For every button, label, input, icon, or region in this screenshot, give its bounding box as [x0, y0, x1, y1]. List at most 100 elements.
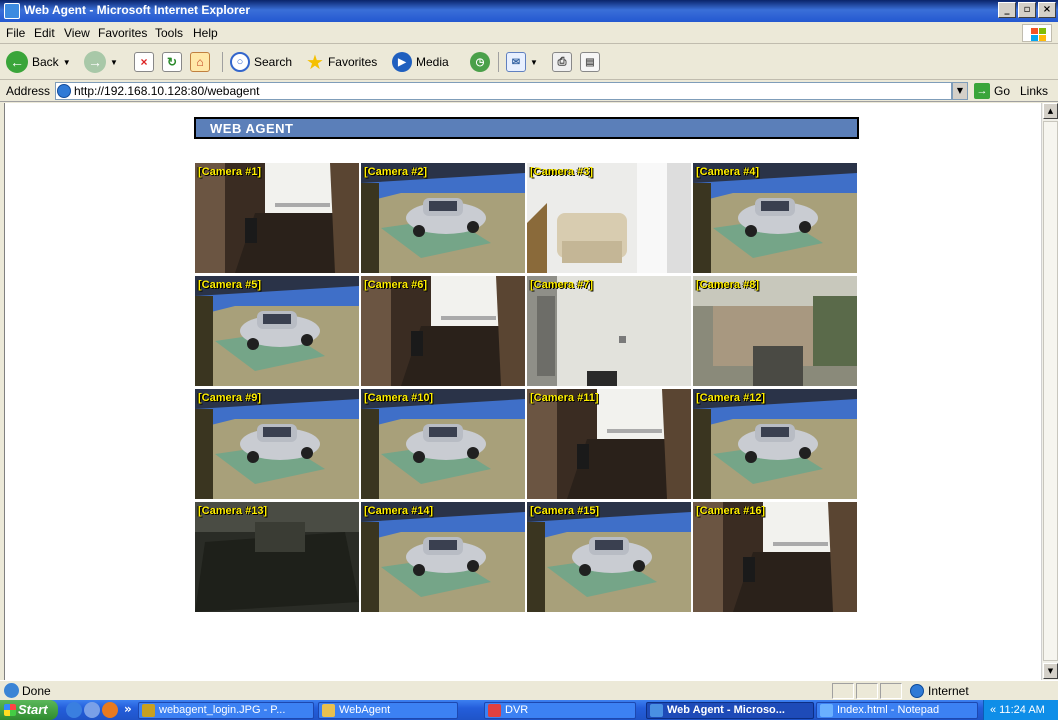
maximize-button[interactable]: ▫	[1018, 2, 1036, 18]
task-app-icon	[488, 704, 501, 717]
ie-quicklaunch-icon[interactable]	[66, 702, 82, 718]
camera-feed[interactable]: [Camera #2]	[361, 163, 525, 273]
system-tray-clock[interactable]: « 11:24 AM	[983, 700, 1058, 720]
camera-label: [Camera #1]	[198, 166, 261, 178]
address-label: Address	[6, 84, 51, 98]
camera-feed[interactable]: [Camera #1]	[195, 163, 359, 273]
menu-bar: File Edit View Favorites Tools Help	[0, 22, 1058, 44]
edit-button[interactable]: ▤	[580, 50, 600, 74]
scroll-down-icon[interactable]: ▼	[1043, 663, 1058, 679]
address-bar: Address http://192.168.10.128:80/webagen…	[0, 80, 1058, 112]
task-app-icon	[820, 704, 833, 717]
camera-label: [Camera #2]	[364, 166, 427, 178]
stop-icon: ×	[134, 52, 154, 72]
camera-label: [Camera #9]	[198, 392, 261, 404]
go-label: Go	[994, 84, 1011, 98]
camera-label: [Camera #6]	[364, 279, 427, 291]
scroll-thumb[interactable]	[1043, 121, 1058, 661]
stop-button[interactable]: ×	[134, 50, 154, 74]
camera-feed[interactable]: [Camera #12]	[693, 389, 857, 499]
taskbar-button[interactable]: DVR	[484, 702, 636, 719]
menu-tools[interactable]: Tools	[155, 26, 183, 40]
camera-feed[interactable]: [Camera #6]	[361, 276, 525, 386]
scroll-up-icon[interactable]: ▲	[1043, 103, 1058, 119]
home-button[interactable]: ⌂	[190, 50, 210, 74]
address-input[interactable]: http://192.168.10.128:80/webagent	[55, 82, 952, 100]
camera-feed[interactable]: [Camera #11]	[527, 389, 691, 499]
mail-button[interactable]: ✉ ▼	[506, 50, 538, 74]
camera-label: [Camera #13]	[198, 505, 268, 517]
camera-feed[interactable]: [Camera #14]	[361, 502, 525, 612]
camera-feed[interactable]: [Camera #9]	[195, 389, 359, 499]
camera-feed[interactable]: [Camera #8]	[693, 276, 857, 386]
menu-help[interactable]: Help	[193, 26, 218, 40]
media-player-quicklaunch-icon[interactable]	[102, 702, 118, 718]
taskbar-button-label: WebAgent	[339, 704, 391, 716]
zone-label: Internet	[928, 684, 969, 698]
back-button[interactable]: ← Back ▼	[6, 50, 71, 74]
favorites-button[interactable]: ★ Favorites	[306, 50, 377, 74]
menu-view[interactable]: View	[64, 26, 90, 40]
refresh-icon: ↻	[162, 52, 182, 72]
history-button[interactable]: ◷	[470, 50, 490, 74]
camera-feed[interactable]: [Camera #5]	[195, 276, 359, 386]
media-label: Media	[416, 55, 449, 69]
vertical-scrollbar[interactable]: ▲ ▼	[1041, 103, 1058, 680]
minimize-button[interactable]: _	[998, 2, 1016, 18]
internet-globe-icon	[910, 684, 924, 698]
taskbar-button-label: DVR	[505, 704, 529, 716]
address-dropdown-icon[interactable]: ▼	[952, 82, 968, 100]
media-button[interactable]: ▶ Media	[392, 50, 449, 74]
mail-dropdown-icon[interactable]: ▼	[530, 58, 538, 67]
start-button[interactable]: Start	[0, 700, 58, 720]
page-done-icon	[4, 683, 19, 698]
camera-feed[interactable]: [Camera #3]	[527, 163, 691, 273]
task-app-icon	[142, 704, 155, 717]
refresh-button[interactable]: ↻	[162, 50, 182, 74]
taskbar-button[interactable]: Index.html - Notepad	[816, 702, 978, 719]
camera-feed[interactable]: [Camera #10]	[361, 389, 525, 499]
toolbar: ← Back ▼ → ▼ × ↻ ⌂ ○ Search ★ Favorites …	[0, 44, 1058, 80]
go-button[interactable]: → Go	[974, 82, 1010, 100]
camera-label: [Camera #15]	[530, 505, 600, 517]
camera-label: [Camera #11]	[530, 392, 599, 404]
window-title: Web Agent - Microsoft Internet Explorer	[24, 3, 251, 17]
camera-feed[interactable]: [Camera #16]	[693, 502, 857, 612]
print-icon: ⎙	[552, 52, 572, 72]
back-dropdown-icon[interactable]: ▼	[63, 58, 71, 67]
page-icon	[57, 84, 71, 98]
taskbar: Start » webagent_login.JPG - P... WebAgen…	[0, 700, 1058, 720]
favorites-label: Favorites	[327, 55, 378, 69]
camera-feed[interactable]: [Camera #15]	[527, 502, 691, 612]
search-button[interactable]: ○ Search	[230, 50, 292, 74]
taskbar-button-label: Web Agent - Microso...	[667, 704, 785, 716]
menu-file[interactable]: File	[6, 26, 25, 40]
forward-button[interactable]: → ▼	[84, 50, 118, 74]
forward-arrow-icon: →	[84, 51, 106, 73]
page-viewport: WEB AGENT [Camera #1] [Camera #2] [Camera …	[4, 103, 1041, 680]
camera-label: [Camera #7]	[530, 279, 593, 291]
title-bar[interactable]: Web Agent - Microsoft Internet Explorer …	[0, 0, 1058, 22]
taskbar-button[interactable]: WebAgent	[318, 702, 458, 719]
menu-edit[interactable]: Edit	[34, 26, 55, 40]
menu-favorites[interactable]: Favorites	[98, 26, 147, 40]
taskbar-button-label: webagent_login.JPG - P...	[159, 704, 286, 716]
ie-icon	[4, 3, 20, 19]
camera-feed[interactable]: [Camera #13]	[195, 502, 359, 612]
camera-label: [Camera #12]	[696, 392, 766, 404]
close-button[interactable]: ×	[1038, 2, 1056, 18]
taskbar-button[interactable]: Web Agent - Microso...	[646, 702, 814, 719]
back-arrow-icon: ←	[6, 51, 28, 73]
camera-label: [Camera #3]	[530, 166, 593, 178]
print-button[interactable]: ⎙	[552, 50, 572, 74]
forward-dropdown-icon[interactable]: ▼	[110, 58, 118, 67]
desktop-quicklaunch-icon[interactable]	[84, 702, 100, 718]
status-bar: Done Internet	[0, 680, 1058, 700]
taskbar-button[interactable]: webagent_login.JPG - P...	[138, 702, 314, 719]
camera-feed[interactable]: [Camera #4]	[693, 163, 857, 273]
search-label: Search	[254, 55, 293, 69]
camera-label: [Camera #5]	[198, 279, 261, 291]
media-icon: ▶	[392, 52, 412, 72]
camera-feed[interactable]: [Camera #7]	[527, 276, 691, 386]
quicklaunch-chevron[interactable]: »	[124, 702, 132, 716]
